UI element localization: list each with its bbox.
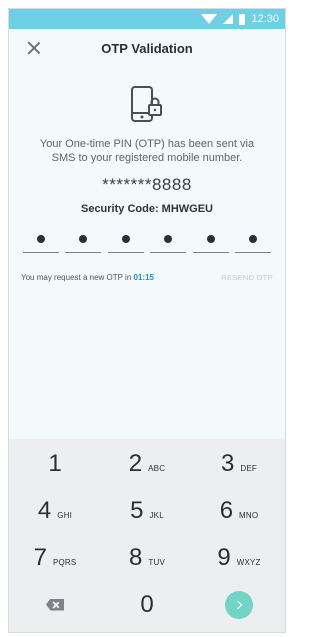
- key-2[interactable]: 2 ABC: [112, 450, 182, 478]
- key-1[interactable]: 1: [20, 450, 90, 478]
- resend-countdown: You may request a new OTP in 01:15: [21, 273, 154, 282]
- numeric-keypad: 1 2 ABC 3 DEF 4 GHI 5 JKL 6 MNO 7 PQRS 8 TUV 9W…: [9, 439, 285, 632]
- otp-sent-message: Your One-time PIN (OTP) has been sent vi…: [39, 138, 255, 164]
- otp-digit[interactable]: [23, 235, 59, 253]
- otp-digit[interactable]: [150, 235, 187, 253]
- backspace-icon: [46, 598, 64, 611]
- status-bar: 12:30: [9, 9, 285, 29]
- battery-icon: [239, 13, 246, 25]
- key-9[interactable]: 9 WXYZ: [204, 544, 274, 572]
- otp-digit[interactable]: [192, 235, 229, 253]
- key-3[interactable]: 3 DEF: [204, 450, 274, 478]
- masked-mobile-number: *******8888: [102, 175, 192, 194]
- status-time: 12:30: [251, 13, 279, 25]
- key-5[interactable]: 5 JKL: [112, 497, 182, 525]
- key-4[interactable]: 4 GHI: [20, 497, 90, 525]
- phone-lock-icon: [9, 85, 285, 129]
- page-title: OTP Validation: [101, 40, 193, 56]
- chevron-right-icon: [233, 600, 243, 609]
- signal-icon: [223, 14, 234, 24]
- submit-button[interactable]: [204, 590, 274, 619]
- resend-row: You may request a new OTP in 01:15 RESEN…: [21, 273, 273, 282]
- close-icon[interactable]: [25, 39, 43, 57]
- key-0[interactable]: 0: [112, 591, 182, 619]
- resend-otp-button[interactable]: RESEND OTP: [221, 273, 273, 282]
- phone-screen: 12:30 OTP Validation Your One-time PIN (…: [8, 8, 286, 633]
- key-8[interactable]: 8 TUV: [112, 544, 182, 572]
- key-6[interactable]: 6 MNO: [204, 497, 274, 525]
- countdown-timer: 01:15: [133, 273, 154, 282]
- security-code: Security Code: MHWGEU: [80, 203, 213, 215]
- backspace-button[interactable]: [20, 598, 90, 611]
- otp-digit[interactable]: [234, 235, 271, 253]
- otp-input-row[interactable]: [23, 235, 271, 253]
- otp-digit[interactable]: [65, 235, 102, 253]
- app-header: OTP Validation: [9, 29, 285, 67]
- otp-digit[interactable]: [107, 235, 144, 253]
- key-7[interactable]: 7 PQRS: [20, 544, 90, 572]
- wifi-icon: [201, 14, 218, 24]
